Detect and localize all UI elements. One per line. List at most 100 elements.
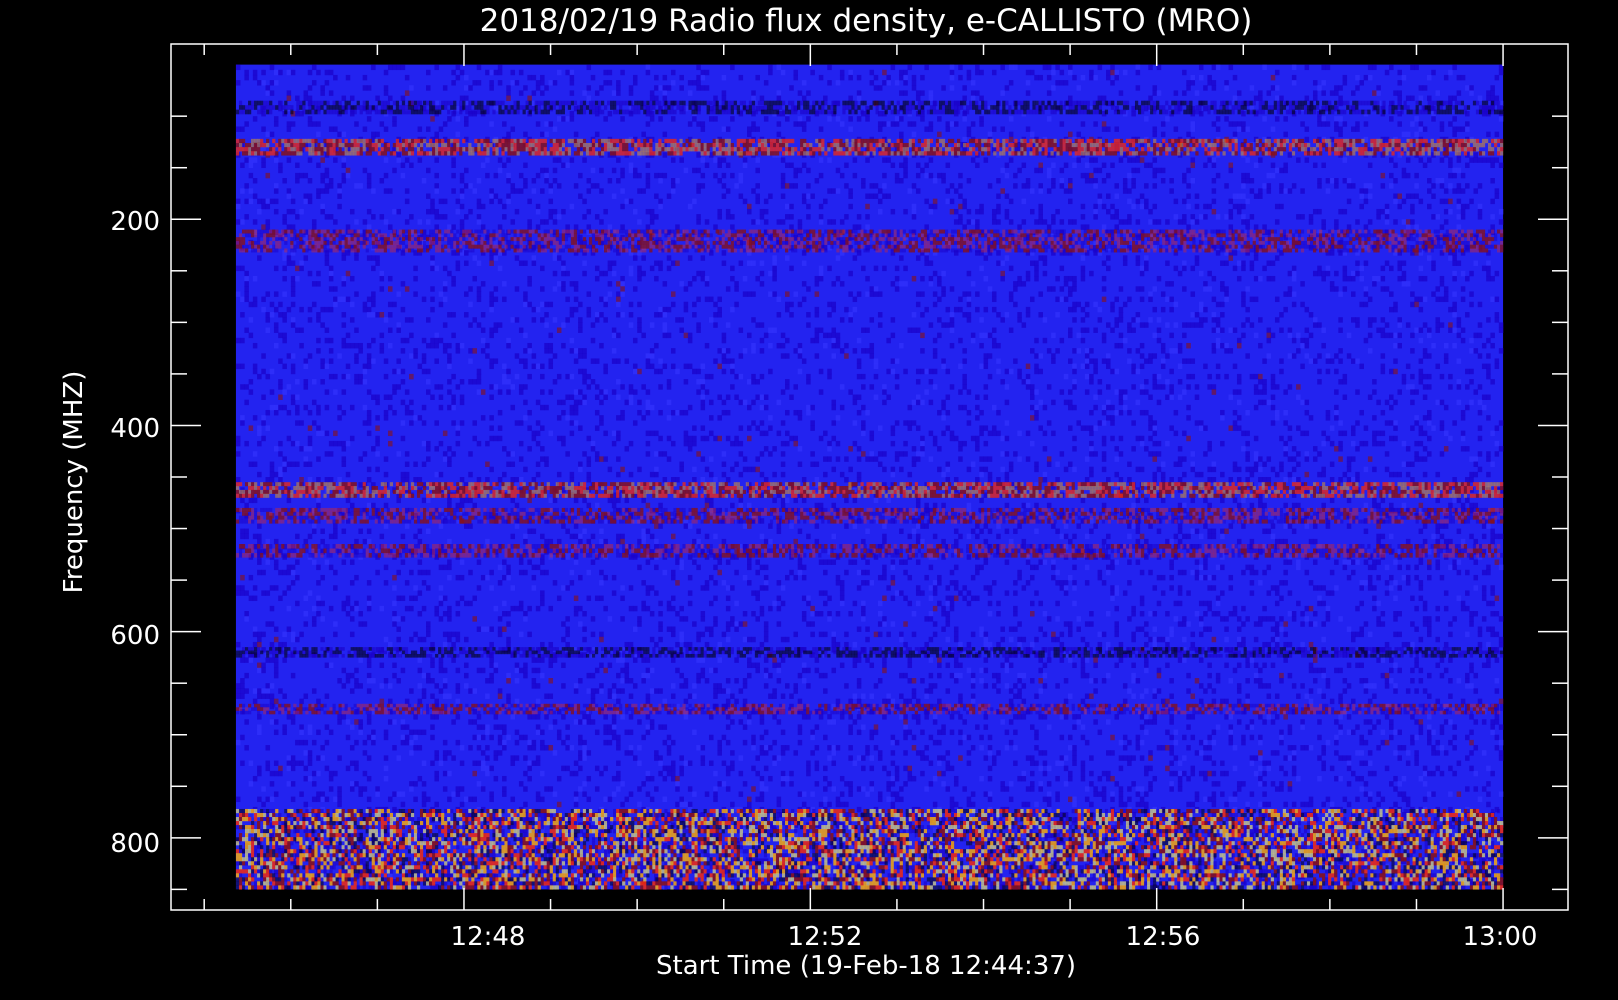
heatmap-cell (675, 554, 680, 560)
heatmap-cell (244, 291, 249, 297)
heatmap-cell (886, 368, 891, 375)
heatmap-cell (426, 678, 431, 684)
heatmap-cell (409, 332, 414, 339)
heatmap-cell (506, 734, 511, 741)
heatmap-cell (565, 724, 570, 730)
heatmap-cell (366, 657, 372, 663)
heatmap-cell (417, 729, 423, 736)
heatmap-cell (679, 85, 684, 91)
heatmap-cell (265, 90, 271, 96)
heatmap-cell (839, 791, 845, 797)
heatmap-cell (679, 157, 684, 163)
heatmap-cell (459, 477, 465, 483)
heatmap-cell (459, 95, 465, 102)
heatmap-cell (628, 90, 634, 96)
heatmap-cell (886, 394, 891, 400)
heatmap-cell (345, 611, 351, 617)
heatmap-cell (535, 85, 541, 91)
heatmap-cell (886, 698, 891, 705)
heatmap-cell (442, 755, 448, 761)
heatmap-cell (485, 69, 490, 76)
heatmap-cell (387, 286, 393, 292)
heatmap-cell (278, 404, 283, 411)
heatmap-cell (573, 296, 579, 303)
heatmap-cell (523, 786, 528, 792)
heatmap-cell (459, 379, 465, 385)
heatmap-cell (523, 667, 528, 674)
heatmap-cell (844, 641, 849, 648)
heatmap-cell (670, 409, 676, 416)
heatmap-cell (447, 224, 452, 230)
heatmap-cell (476, 440, 482, 447)
heatmap-cell (603, 301, 608, 308)
heatmap-cell (624, 667, 630, 674)
heatmap-cell (282, 724, 287, 730)
heatmap-cell (616, 80, 621, 86)
heatmap-cell (459, 342, 465, 349)
heatmap-cell (662, 312, 668, 318)
heatmap-cell (248, 657, 254, 663)
heatmap-cell (599, 270, 604, 277)
heatmap-cell (333, 126, 338, 132)
heatmap-cell (573, 183, 579, 189)
heatmap-cell (366, 312, 372, 318)
heatmap-cell (683, 698, 689, 705)
heatmap-cell (869, 729, 875, 736)
heatmap-cell (730, 616, 735, 622)
heatmap-cell (797, 569, 803, 576)
heatmap-cell (582, 626, 587, 632)
heatmap-cell (514, 477, 520, 483)
heatmap-cell (776, 342, 782, 349)
heatmap-cell (624, 198, 630, 205)
heatmap-cell (759, 348, 765, 354)
heatmap-cell (387, 188, 393, 194)
heatmap-cell (514, 678, 520, 684)
heatmap-cell (882, 533, 887, 540)
heatmap-cell (426, 440, 431, 447)
heatmap-cell (240, 162, 245, 169)
heatmap-cell (489, 80, 494, 86)
heatmap-cell (603, 368, 608, 375)
heatmap-cell (742, 198, 748, 205)
heatmap-cell (409, 420, 414, 426)
heatmap-cell (818, 714, 824, 720)
heatmap-cell (721, 368, 727, 375)
heatmap-cell (823, 775, 828, 782)
heatmap-cell (637, 275, 642, 282)
heatmap-cell (687, 255, 693, 261)
heatmap-cell (658, 384, 663, 390)
heatmap-cell (890, 471, 896, 478)
heatmap-cell (586, 471, 592, 478)
heatmap-cell (240, 384, 245, 390)
heatmap-cell (738, 373, 744, 380)
heatmap-cell (810, 461, 815, 467)
heatmap-cell (670, 605, 676, 612)
heatmap-cell (586, 384, 592, 390)
heatmap-cell (480, 574, 486, 581)
heatmap-cell (670, 574, 676, 581)
heatmap-cell (442, 265, 448, 272)
heatmap-cell (700, 126, 706, 132)
heatmap-cell (518, 389, 524, 395)
heatmap-cell (645, 409, 651, 416)
heatmap-cell (404, 739, 410, 746)
heatmap-cell (886, 693, 891, 699)
heatmap-cell (607, 111, 613, 117)
heatmap-cell (489, 85, 494, 91)
heatmap-cell (320, 188, 325, 194)
heatmap-cell (869, 193, 875, 199)
heatmap-cell (430, 337, 435, 344)
heatmap-cell (366, 420, 372, 426)
heatmap-cell (324, 255, 330, 261)
heatmap-cell (573, 358, 579, 364)
heatmap-cell (662, 765, 668, 772)
heatmap-cell (616, 760, 621, 766)
heatmap-cell (269, 198, 275, 205)
heatmap-cell (358, 724, 363, 730)
heatmap-cell (506, 672, 511, 679)
heatmap-cell (696, 636, 701, 643)
heatmap-cell (540, 533, 545, 540)
heatmap-cell (548, 80, 554, 86)
heatmap-cell (518, 69, 524, 76)
heatmap-cell (599, 296, 604, 303)
